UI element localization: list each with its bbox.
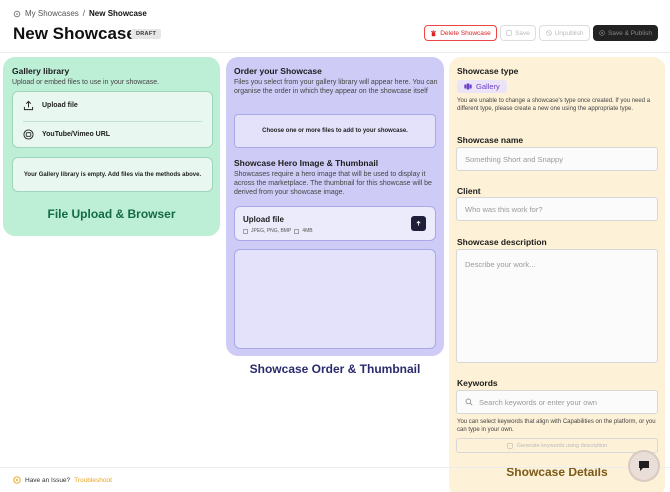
showcase-icon xyxy=(13,10,21,17)
hero-formats: JPEG, PNG, BMP xyxy=(251,228,292,234)
save-publish-label: Save & Publish xyxy=(607,29,653,37)
save-icon xyxy=(506,30,512,36)
description-textarea[interactable]: Describe your work... xyxy=(456,249,658,363)
description-label: Showcase description xyxy=(457,237,547,247)
gallery-empty-state: Your Gallery library is empty. Add files… xyxy=(12,157,213,192)
upload-file-option[interactable]: Upload file xyxy=(23,100,78,111)
order-title: Order your Showcase xyxy=(234,66,322,76)
hero-title: Showcase Hero Image & Thumbnail xyxy=(234,158,379,168)
troubleshoot-link[interactable]: Troubleshoot xyxy=(74,477,112,484)
keywords-label: Keywords xyxy=(457,378,498,388)
video-url-option[interactable]: YouTube/Vimeo URL xyxy=(23,129,110,140)
video-url-label: YouTube/Vimeo URL xyxy=(42,131,111,138)
sparkle-icon xyxy=(507,442,513,449)
footer: Have an Issue? Troubleshoot xyxy=(13,476,112,484)
showcase-type-value: Gallery xyxy=(476,82,500,91)
header-divider xyxy=(0,52,670,53)
showcase-order-dropzone[interactable]: Choose one or more files to add to your … xyxy=(234,114,436,148)
keywords-placeholder: Search keywords or enter your own xyxy=(479,397,597,407)
showcase-name-input[interactable]: Something Short and Snappy xyxy=(456,147,658,171)
showcase-name-label: Showcase name xyxy=(457,135,524,145)
breadcrumb-parent-link[interactable]: My Showcases xyxy=(25,9,79,18)
footer-divider xyxy=(0,467,670,468)
unpublish-button[interactable]: Unpublish xyxy=(539,25,590,41)
trash-icon xyxy=(431,29,437,36)
save-label: Save xyxy=(515,29,530,37)
showcase-type-chip: Gallery xyxy=(457,80,507,93)
showcase-type-label: Showcase type xyxy=(457,66,519,76)
delete-showcase-label: Delete Showcase xyxy=(440,29,491,37)
keywords-note: You can select keywords that align with … xyxy=(457,419,656,433)
gallery-upload-options: Upload file YouTube/Vimeo URL xyxy=(12,91,213,148)
client-label: Client xyxy=(457,186,481,196)
showcase-type-note: You are unable to change a showcase's ty… xyxy=(457,98,651,112)
upload-arrow-icon xyxy=(416,220,421,226)
chat-button[interactable] xyxy=(630,452,658,480)
hero-subtitle: Showcases require a hero image that will… xyxy=(234,171,432,196)
help-icon xyxy=(13,476,21,484)
gallery-subtitle: Upload or embed files to use in your sho… xyxy=(12,79,160,86)
upload-options-divider xyxy=(23,121,202,122)
publish-icon xyxy=(599,30,605,36)
gallery-caption: File Upload & Browser xyxy=(47,207,176,221)
hero-upload-label: Upload file xyxy=(243,215,284,224)
upload-icon xyxy=(23,100,34,111)
search-icon xyxy=(465,398,473,406)
file-size-icon xyxy=(294,228,300,234)
file-type-icon xyxy=(243,228,248,234)
breadcrumb-separator: / xyxy=(82,9,86,18)
save-button[interactable]: Save xyxy=(500,25,536,41)
hero-size: 4MB xyxy=(302,228,313,234)
breadcrumb-current: New Showcase xyxy=(89,9,147,18)
unpublish-icon xyxy=(545,30,552,36)
generate-keywords-label: Generate keywords using description xyxy=(516,442,608,449)
footer-text: Have an Issue? xyxy=(25,476,71,484)
client-input[interactable]: Who was this work for? xyxy=(456,197,658,221)
unpublish-label: Unpublish xyxy=(554,29,584,37)
hero-upload-meta: JPEG, PNG, BMP 4MB xyxy=(243,228,313,234)
video-icon xyxy=(23,129,34,140)
hero-upload-field[interactable]: Upload file JPEG, PNG, BMP 4MB xyxy=(234,206,436,241)
upload-file-label: Upload file xyxy=(42,102,78,109)
delete-showcase-button[interactable]: Delete Showcase xyxy=(424,25,497,41)
hero-image-preview xyxy=(234,249,436,349)
chat-icon xyxy=(639,461,649,471)
gallery-title: Gallery library xyxy=(12,66,70,76)
breadcrumb: My Showcases / New Showcase xyxy=(13,9,147,18)
save-publish-button[interactable]: Save & Publish xyxy=(593,25,658,41)
status-badge: DRAFT xyxy=(131,29,162,39)
order-caption: Showcase Order & Thumbnail xyxy=(249,362,421,376)
order-subtitle: Files you select from your gallery libra… xyxy=(234,79,438,95)
keywords-search-input[interactable]: Search keywords or enter your own xyxy=(456,390,658,414)
hero-upload-button[interactable] xyxy=(411,216,426,231)
page-title: New Showcase xyxy=(13,24,136,43)
generate-keywords-button[interactable]: Generate keywords using description xyxy=(456,438,658,453)
gallery-icon xyxy=(464,83,472,90)
